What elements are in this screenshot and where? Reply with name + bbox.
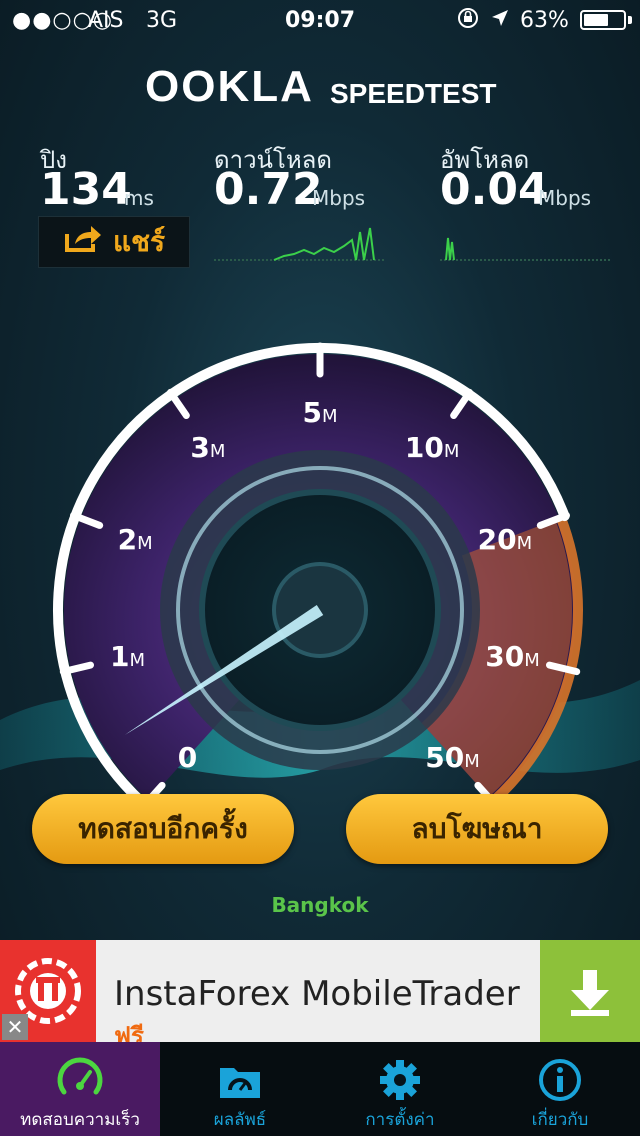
status-bar: ●●○○○ AIS 3G 09:07 63% — [0, 0, 640, 40]
gauge-tick-unit: M — [524, 650, 540, 671]
tab-speed-test-label: ทดสอบความเร็ว — [20, 1110, 140, 1130]
battery-fill — [584, 14, 608, 26]
share-icon — [63, 224, 103, 261]
upload-unit: Mbps — [538, 186, 592, 210]
tab-about-label: เกี่ยวกับ — [531, 1110, 589, 1130]
battery-icon — [580, 10, 626, 30]
gear-icon — [376, 1056, 424, 1104]
gauge-tick-unit: M — [464, 751, 480, 772]
tab-results-label: ผลลัพธ์ — [213, 1110, 267, 1130]
upload-value: 0.04 — [440, 164, 549, 215]
battery-percent: 63% — [520, 8, 569, 33]
gauge-tick-unit: M — [322, 406, 338, 427]
gauge-dial: 01M2M3M5M10M20M30M50M — [0, 342, 640, 800]
download-sparkline — [214, 227, 384, 261]
gauge-tick-number: 3 — [190, 431, 209, 464]
tab-bar: ทดสอบความเร็ว ผลลัพธ์ การตั้งค่า เกี่ยวก… — [0, 1042, 640, 1136]
results-folder-icon — [216, 1056, 264, 1104]
gauge-tick-number: 5 — [302, 396, 321, 429]
gauge-tick-number: 1 — [110, 640, 129, 673]
share-button[interactable]: แชร์ — [38, 216, 190, 268]
ping-unit: ms — [124, 186, 154, 210]
gauge-tick-number: 2 — [118, 523, 137, 556]
tab-results[interactable]: ผลลัพธ์ — [160, 1042, 320, 1136]
gauge-tick-unit: M — [210, 441, 226, 462]
tab-settings[interactable]: การตั้งค่า — [320, 1042, 480, 1136]
info-icon — [536, 1056, 584, 1104]
download-value: 0.72 — [214, 164, 323, 215]
ping-value: 134 — [40, 164, 132, 215]
gauge-tick-number: 10 — [405, 431, 444, 464]
gauge-tick-unit: M — [444, 441, 460, 462]
gauge-tick-number: 50 — [425, 741, 464, 774]
tab-speed-test[interactable]: ทดสอบความเร็ว — [0, 1042, 160, 1136]
gauge-tick-unit: M — [137, 533, 153, 554]
tab-about[interactable]: เกี่ยวกับ — [480, 1042, 640, 1136]
location-arrow-icon — [490, 8, 510, 34]
gauge-tick-label: 0 — [178, 741, 197, 774]
ookla-logo: OOKLA — [145, 62, 314, 111]
gauge-tick-unit: M — [517, 533, 533, 554]
tab-settings-label: การตั้งค่า — [365, 1110, 435, 1130]
rotation-lock-icon — [456, 6, 480, 36]
gauge-tick-number: 20 — [478, 523, 517, 556]
retest-button[interactable]: ทดสอบอีกครั้ง — [32, 794, 294, 864]
gauge-tick-unit: M — [129, 650, 145, 671]
speed-gauge: 01M2M3M5M10M20M30M50M — [0, 342, 640, 800]
server-location: Bangkok — [271, 893, 369, 917]
share-label: แชร์ — [112, 225, 166, 258]
ad-banner[interactable]: InstaForex MobileTrader ฟรี ✕ — [0, 940, 640, 1050]
download-unit: Mbps — [312, 186, 366, 210]
ad-title: InstaForex MobileTrader — [114, 974, 520, 1014]
speedometer-icon — [56, 1056, 104, 1104]
upload-sparkline — [440, 237, 610, 261]
remove-ads-button[interactable]: ลบโฆษณา — [346, 794, 608, 864]
ad-close-icon[interactable]: ✕ — [2, 1014, 28, 1040]
gauge-tick-number: 30 — [485, 640, 524, 673]
speedtest-title: SPEEDTEST — [330, 78, 497, 109]
gauge-tick-number: 0 — [178, 741, 197, 774]
download-arrow-icon[interactable] — [540, 940, 640, 1042]
battery-tip — [628, 16, 632, 24]
